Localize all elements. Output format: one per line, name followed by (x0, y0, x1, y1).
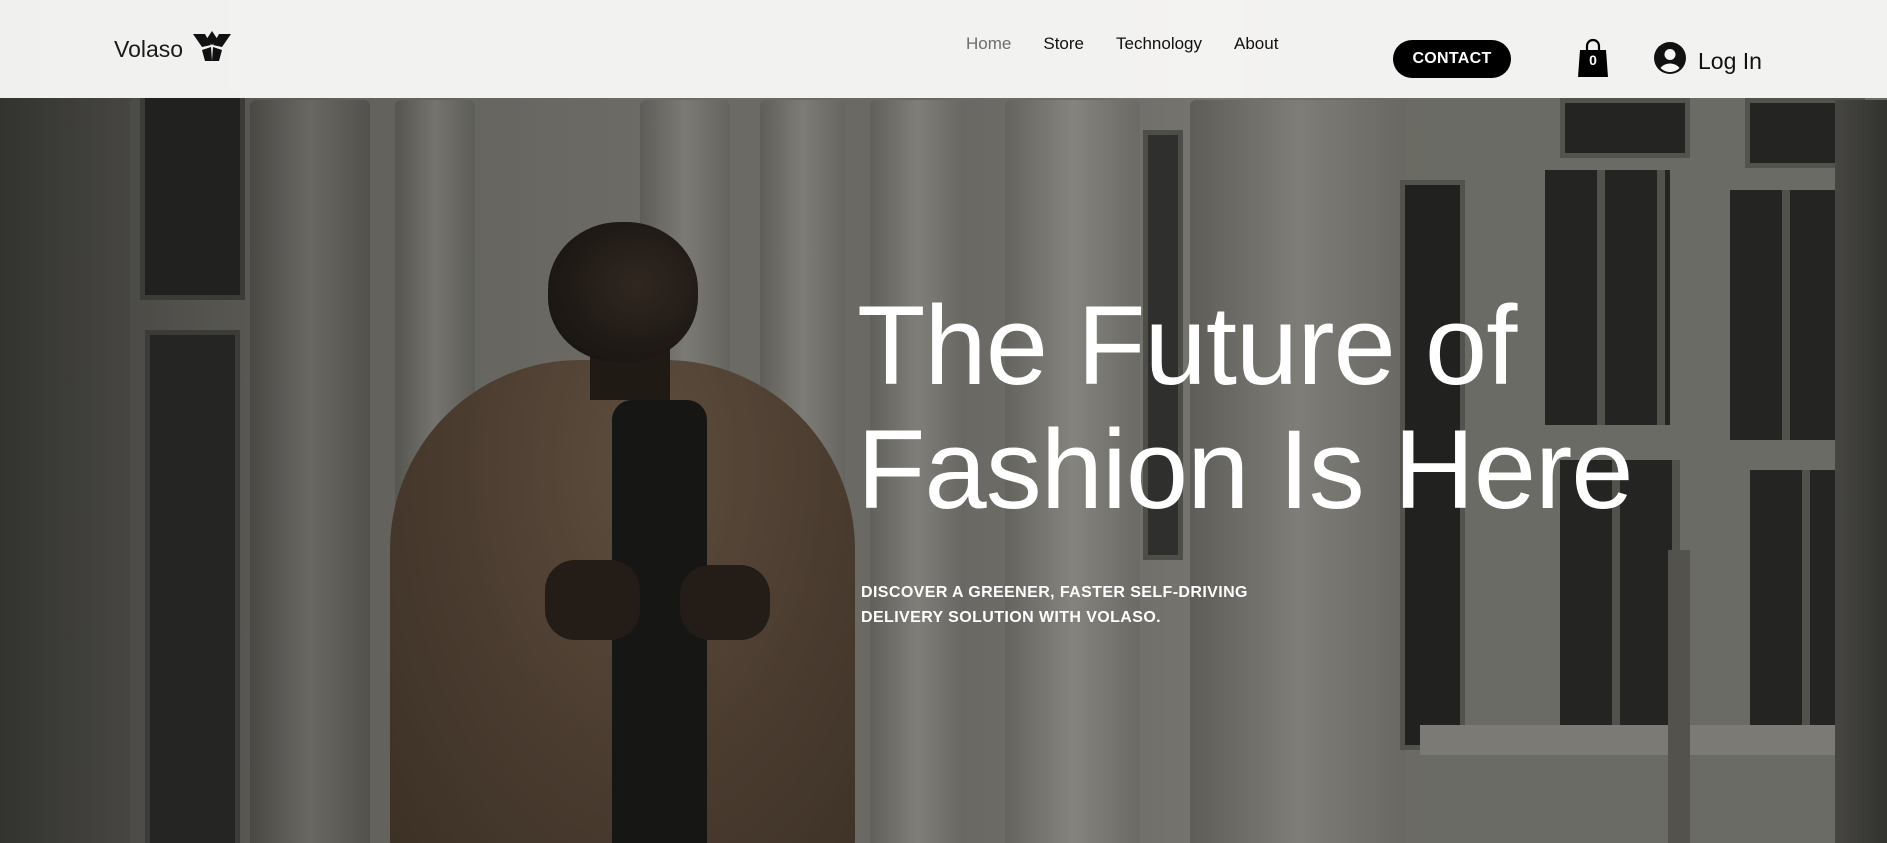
hero-title-line-2: Fashion Is Here (857, 407, 1634, 532)
hero-subtitle: DISCOVER A GREENER, FASTER SELF-DRIVING … (861, 580, 1281, 630)
hero-title: The Future of Fashion Is Here (857, 284, 1757, 532)
cart-button[interactable]: 0 (1577, 38, 1609, 78)
user-avatar-icon (1654, 42, 1686, 80)
nav-item-about[interactable]: About (1234, 34, 1278, 54)
brand-name: Volaso (114, 35, 184, 62)
brand-logo[interactable]: Volaso (114, 28, 233, 70)
hero-title-line-1: The Future of (857, 283, 1517, 408)
cart-count-badge: 0 (1589, 52, 1597, 68)
volaso-logo-icon (191, 28, 233, 70)
hero-subtitle-line-1: DISCOVER A GREENER, FASTER SELF-DRIVING (861, 584, 1248, 601)
login-label: Log In (1698, 47, 1762, 74)
nav-item-store[interactable]: Store (1043, 34, 1084, 54)
site-header: Volaso Home Store Technology About CONTA… (0, 0, 1887, 98)
login-button[interactable]: Log In (1654, 42, 1762, 80)
nav-item-home[interactable]: Home (966, 34, 1011, 54)
main-nav: Home Store Technology About (966, 34, 1278, 54)
nav-item-technology[interactable]: Technology (1116, 34, 1202, 54)
contact-button[interactable]: CONTACT (1393, 40, 1511, 78)
hero-subtitle-line-2: DELIVERY SOLUTION WITH VOLASO. (861, 609, 1162, 626)
